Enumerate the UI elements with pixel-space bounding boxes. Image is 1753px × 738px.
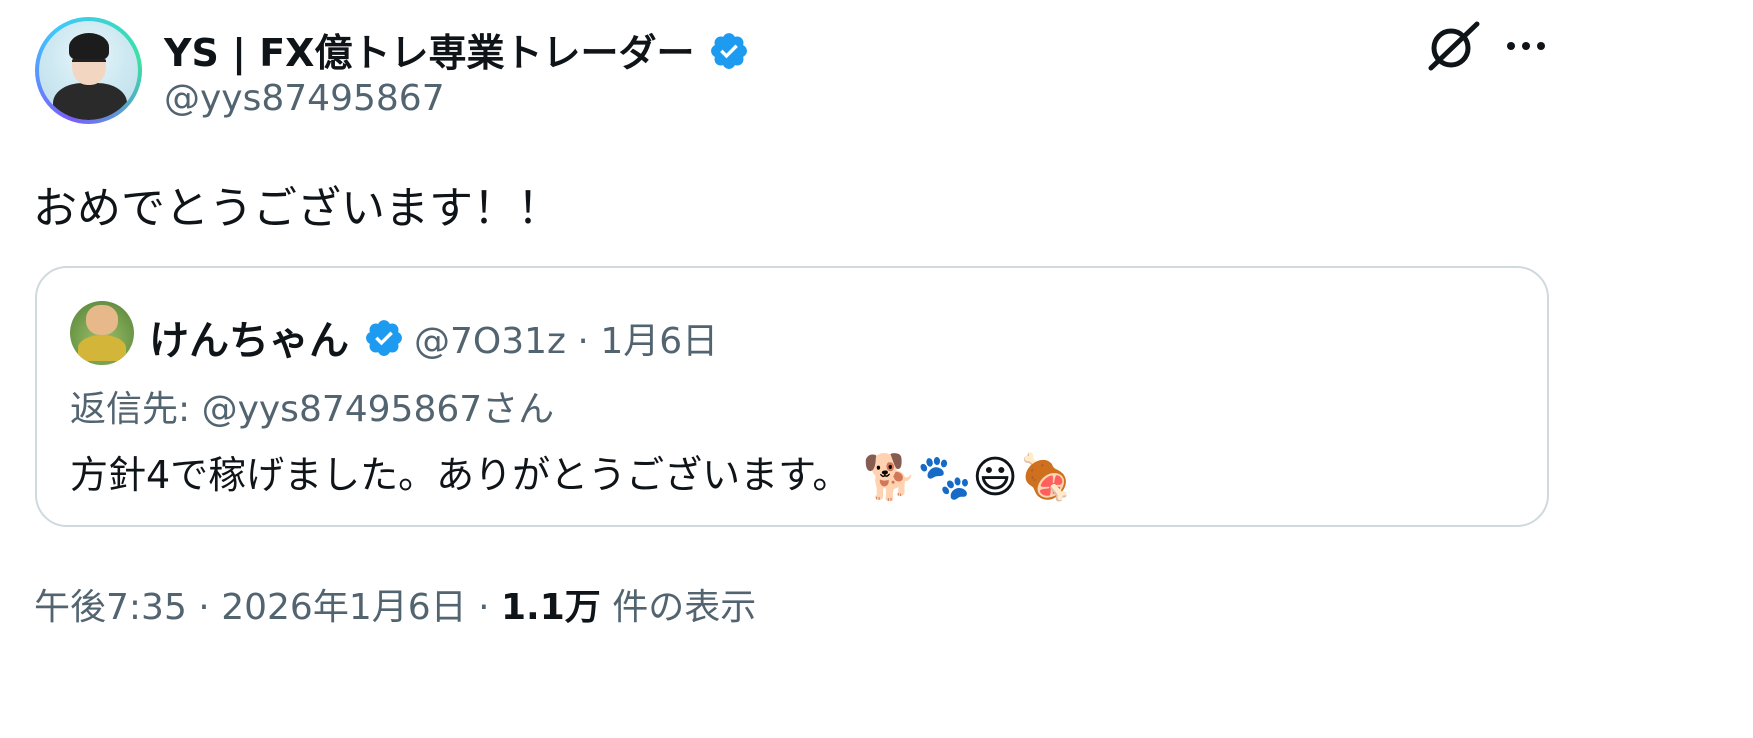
quoted-author-avatar[interactable] bbox=[70, 301, 134, 365]
verified-badge-icon[interactable] bbox=[363, 317, 405, 369]
quoted-author-display-name[interactable]: けんちゃん bbox=[149, 308, 405, 369]
verified-badge-icon[interactable] bbox=[708, 30, 750, 81]
meat-on-bone-emoji: 🍖 bbox=[1017, 451, 1073, 503]
dog-emoji: 🐕 bbox=[862, 451, 918, 503]
quoted-tweet-text: 方針4で稼げました。ありがとうございます。 🐕🐾😃🍖 bbox=[70, 444, 1073, 500]
grok-icon[interactable] bbox=[1425, 20, 1481, 72]
author-handle[interactable]: @yys87495867 bbox=[164, 78, 445, 119]
author-avatar[interactable] bbox=[35, 17, 142, 124]
author-name-text: YS | FX億トレ専業トレーダー bbox=[164, 31, 695, 75]
tweet-container: YS | FX億トレ専業トレーダー @yys87495867 おめでとうございま… bbox=[0, 0, 1753, 738]
views-count[interactable]: 1.1万 bbox=[501, 587, 601, 628]
views-label: 件の表示 bbox=[612, 587, 757, 628]
author-display-name[interactable]: YS | FX億トレ専業トレーダー bbox=[164, 22, 750, 81]
meta-separator: · bbox=[478, 587, 490, 628]
more-options-icon[interactable] bbox=[1505, 36, 1547, 56]
tweet-text: おめでとうございます！！ bbox=[33, 183, 561, 234]
tweet-date[interactable]: 2026年1月6日 bbox=[221, 587, 466, 628]
avatar-image bbox=[39, 21, 138, 120]
quoted-author-name-text: けんちゃん bbox=[149, 318, 349, 364]
quoted-tweet-meta: @7O31z · 1月6日 bbox=[414, 312, 718, 364]
quoted-tweet-text-body: 方針4で稼げました。ありがとうございます。 bbox=[70, 453, 851, 497]
meta-separator: · bbox=[198, 587, 210, 628]
quoted-tweet-card[interactable]: けんちゃん @7O31z · 1月6日 返信先: @yys87495867さん … bbox=[35, 266, 1549, 527]
meta-separator: · bbox=[577, 321, 589, 362]
paw-prints-emoji: 🐾 bbox=[917, 451, 973, 503]
grinning-face-emoji: 😃 bbox=[972, 451, 1018, 503]
tweet-meta-line: 午後7:35 · 2026年1月6日 · 1.1万 件の表示 bbox=[34, 578, 756, 630]
tweet-time[interactable]: 午後7:35 bbox=[34, 587, 187, 628]
quoted-author-handle[interactable]: @7O31z bbox=[414, 321, 566, 362]
quoted-tweet-date[interactable]: 1月6日 bbox=[600, 321, 718, 362]
reply-to-line: 返信先: @yys87495867さん bbox=[70, 389, 555, 430]
